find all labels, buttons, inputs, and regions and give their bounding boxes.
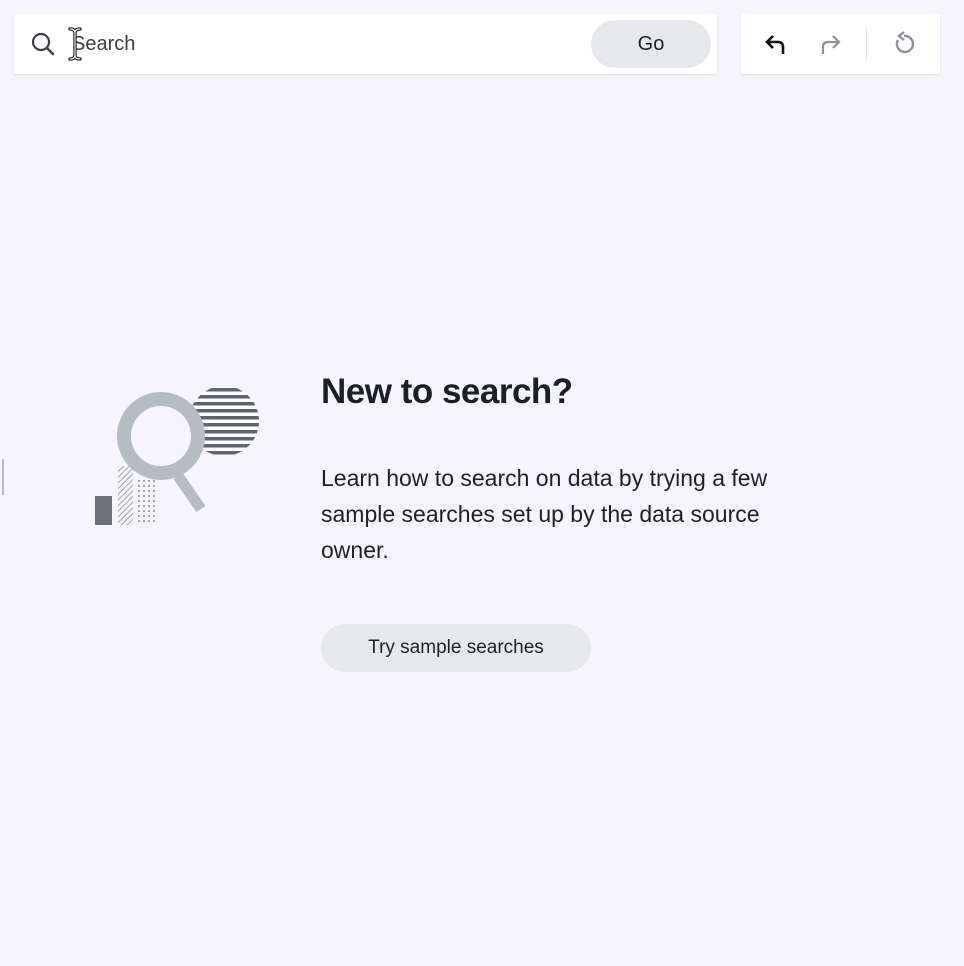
redo-button[interactable] bbox=[814, 28, 846, 60]
search-bar: Go bbox=[14, 14, 717, 74]
go-button[interactable]: Go bbox=[591, 20, 711, 68]
try-sample-searches-button[interactable]: Try sample searches bbox=[321, 624, 591, 672]
reset-button[interactable] bbox=[888, 28, 920, 60]
undo-button[interactable] bbox=[760, 28, 792, 60]
toolbar-divider bbox=[866, 26, 867, 62]
undo-icon bbox=[765, 35, 785, 54]
search-icon bbox=[31, 32, 55, 56]
empty-state-heading: New to search? bbox=[321, 372, 573, 411]
panel-resize-handle[interactable] bbox=[2, 459, 4, 495]
redo-icon bbox=[821, 35, 841, 54]
search-input[interactable] bbox=[72, 28, 582, 60]
magnifier-chart-illustration bbox=[95, 386, 259, 525]
history-toolbar bbox=[741, 14, 940, 74]
reset-icon bbox=[895, 31, 915, 54]
empty-state-description: Learn how to search on data by trying a … bbox=[321, 465, 768, 563]
